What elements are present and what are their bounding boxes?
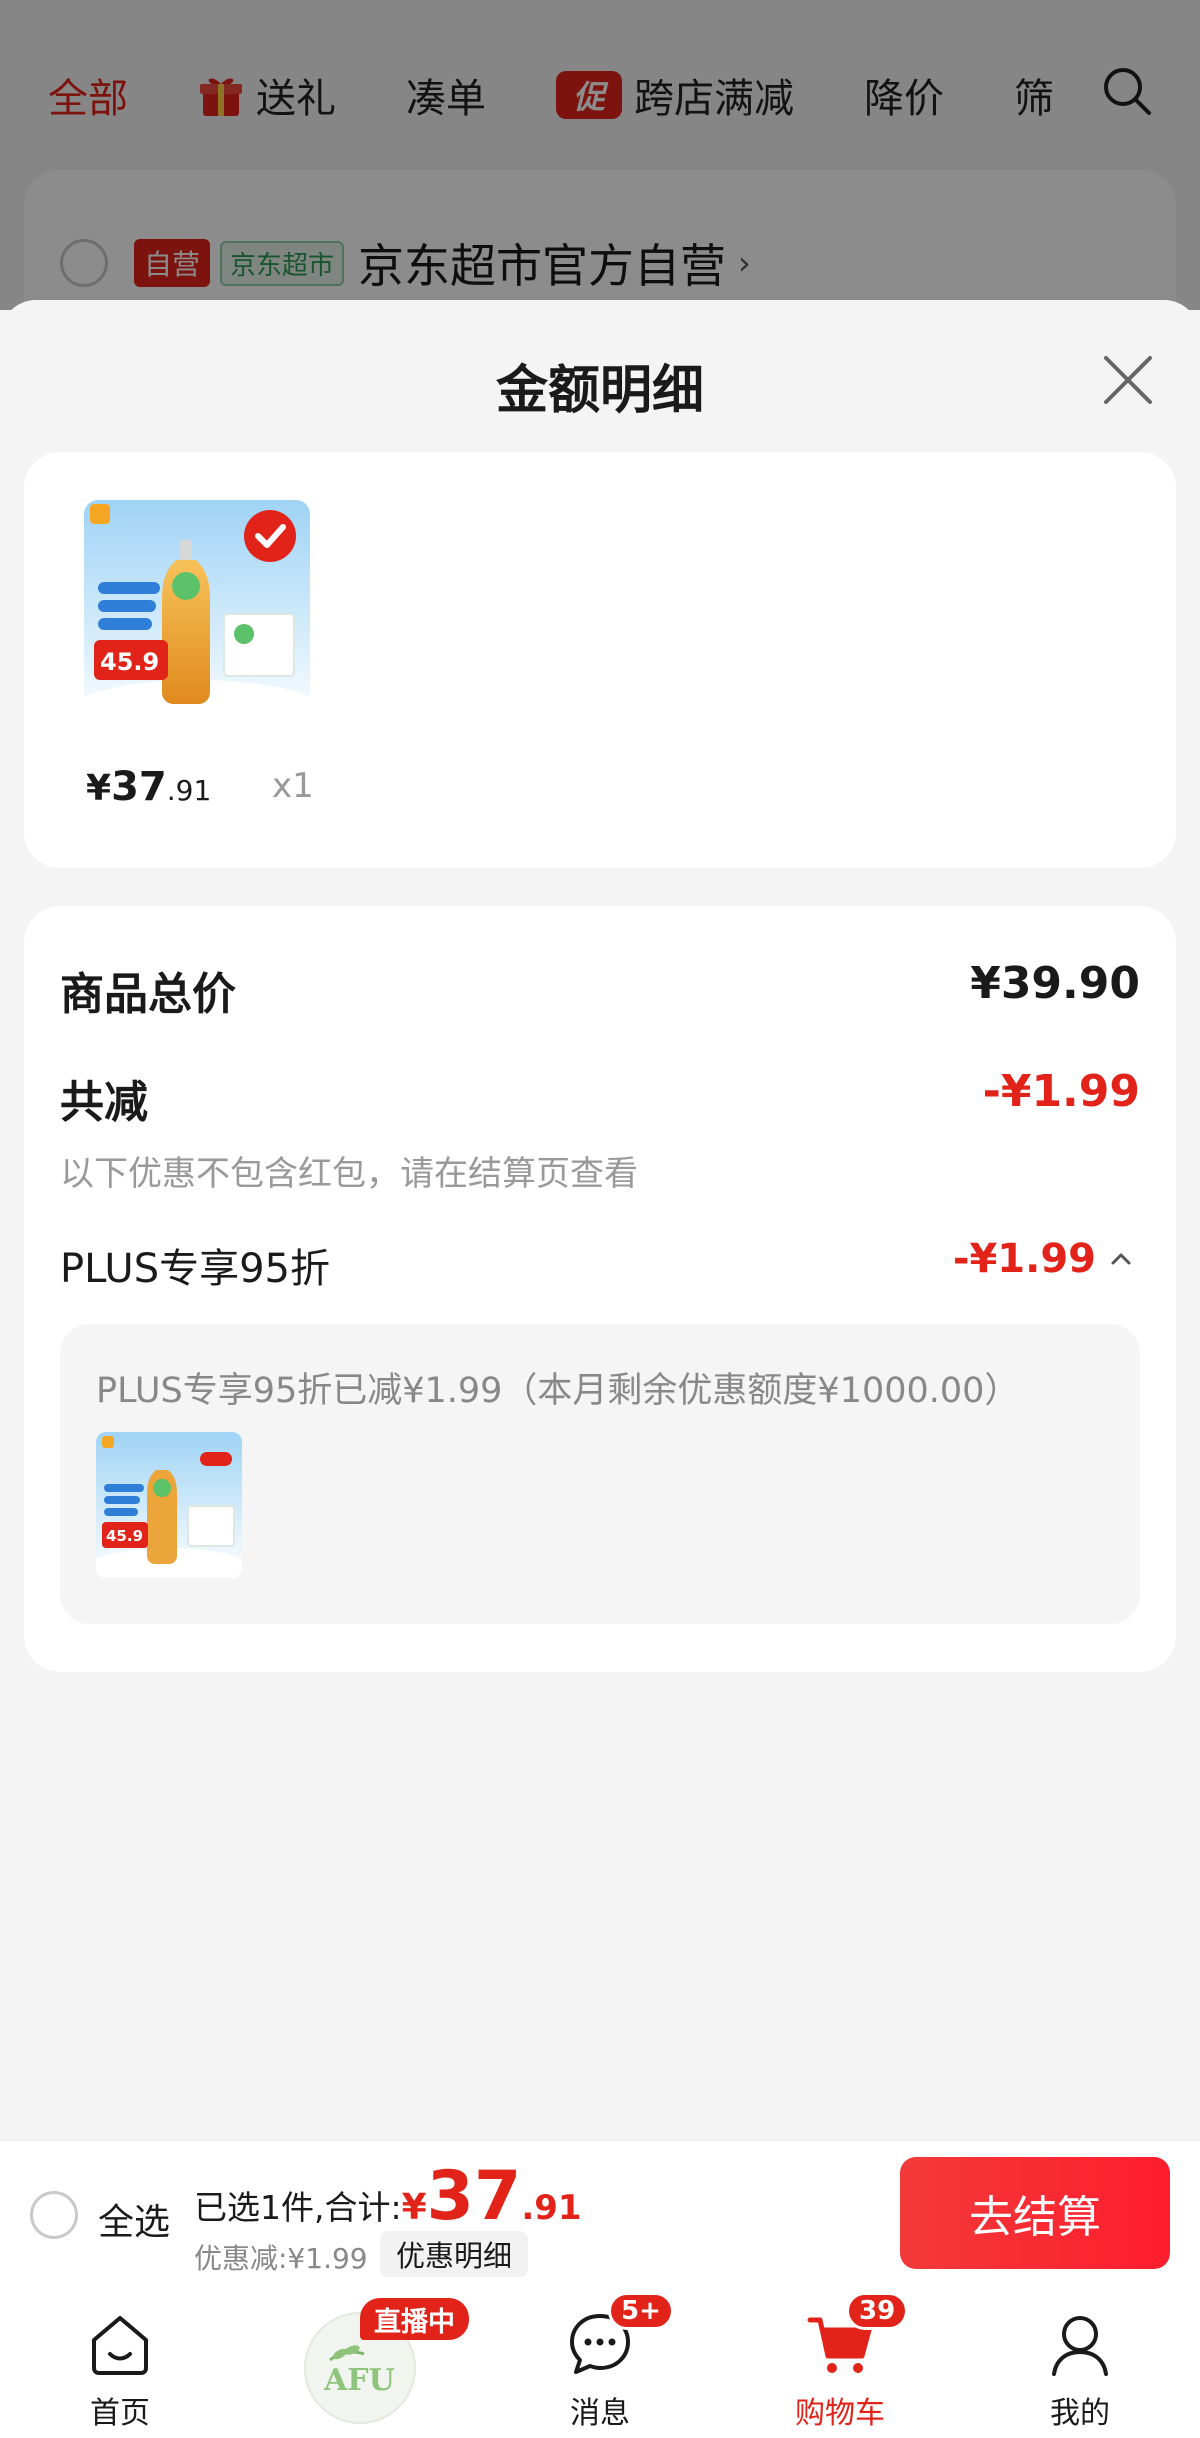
total-integer: 37 [426, 2157, 522, 2236]
checkout-button[interactable]: 去结算 [900, 2157, 1170, 2269]
product-price: ¥37.91 [86, 764, 211, 810]
checkout-bar: 全选 已选1件,合计: ¥ 37 .91 优惠减:¥1.99 优惠明细 去结算 [0, 2140, 1200, 2288]
product-card: 45.9 ¥37.91 x1 [24, 452, 1176, 868]
product-image[interactable]: 45.9 [84, 500, 310, 726]
thumb-price-text: 45.9 [100, 648, 159, 676]
nav-label: 购物车 [795, 2396, 885, 2431]
discounted-product-image[interactable]: 45.9 [96, 1432, 242, 1578]
modal-overlay[interactable] [0, 0, 1200, 310]
total-reduction-value: -¥1.99 [982, 1066, 1140, 1117]
price-decimal: .91 [166, 774, 212, 807]
sheet-title: 金额明细 [495, 361, 704, 421]
thumb-price-text: 45.9 [106, 1527, 143, 1545]
profile-icon [1052, 2316, 1108, 2376]
plus-discount-detail-text: PLUS专享95折已减¥1.99（本月剩余优惠额度¥1000.00） [96, 1371, 1020, 1411]
plus-discount-toggle[interactable]: -¥1.99 [953, 1236, 1136, 1282]
total-price-value: ¥39.90 [970, 958, 1140, 1009]
home-icon [92, 2316, 148, 2375]
select-all-radio[interactable] [30, 2191, 78, 2239]
cart-page-background: 全部 送礼 凑单 促 跨店满减 降价 筛 自营 京东超市 京东超市官方自营 › [0, 0, 1200, 350]
total-reduction-label: 共减 [60, 1077, 148, 1128]
nav-messages[interactable]: 5+ 消息 [500, 2288, 700, 2438]
price-currency: ¥ [86, 768, 112, 809]
total-price-label: 商品总价 [60, 969, 236, 1020]
cart-count-badge: 39 [846, 2292, 909, 2330]
plus-discount-label[interactable]: PLUS专享95折 [60, 1236, 330, 1294]
close-icon[interactable] [1100, 352, 1156, 408]
plus-discount-value: -¥1.99 [952, 1236, 1096, 1282]
cart-total: 已选1件,合计: ¥ 37 .91 [194, 2163, 582, 2231]
live-badge: 直播中 [360, 2298, 469, 2340]
selected-count-label: 已选1件,合计: [194, 2188, 402, 2227]
total-currency: ¥ [401, 2187, 427, 2228]
nav-cart[interactable]: 39 购物车 [740, 2288, 940, 2438]
discount-detail-button[interactable]: 优惠明细 [380, 2231, 529, 2277]
price-breakdown-card: 商品总价 ¥39.90 共减 -¥1.99 以下优惠不包含红包，请在结算页查看 … [24, 906, 1176, 1672]
price-integer: 37 [111, 764, 167, 810]
amount-detail-sheet: 金额明细 45.9 ¥37.91 x1 商品总价 ¥39.90 共减 -¥1.9… [0, 300, 1200, 2140]
product-quantity: x1 [272, 766, 314, 806]
chevron-up-icon [1111, 1253, 1131, 1265]
plus-discount-detail: PLUS专享95折已减¥1.99（本月剩余优惠额度¥1000.00） 45.9 [60, 1324, 1140, 1624]
nav-label: 消息 [570, 2396, 630, 2431]
nav-label: 我的 [1050, 2396, 1110, 2431]
afu-logo-text: AFU [323, 2363, 395, 2398]
discount-summary: 优惠减:¥1.99 [194, 2242, 368, 2275]
select-all-label[interactable]: 全选 [98, 2193, 170, 2245]
bottom-navigation: 首页 AFU 直播中 5+ 消息 39 购物车 我的 [0, 2288, 1200, 2438]
reduction-note: 以下优惠不包含红包，请在结算页查看 [60, 1154, 638, 1194]
nav-label: 首页 [90, 2396, 150, 2431]
message-count-badge: 5+ [608, 2292, 674, 2330]
nav-home[interactable]: 首页 [20, 2288, 220, 2438]
total-decimal: .91 [521, 2188, 582, 2228]
nav-profile[interactable]: 我的 [980, 2288, 1180, 2438]
